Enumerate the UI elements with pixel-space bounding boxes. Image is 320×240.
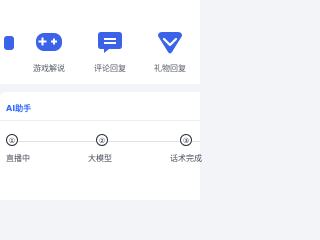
gamepad-plus-icon [36,33,62,51]
toolbar-item-label: 评论回复 [94,64,126,73]
toolbar-item-label: 礼物回复 [154,64,186,73]
step-connector [18,141,96,142]
toolbar-item-comment-reply[interactable]: 评论回复 [90,28,130,76]
step-label: 直播中 [6,154,30,163]
toolbar-item-game-commentary[interactable]: 游戏解说 [29,28,69,76]
step-connector [192,141,200,142]
comment-icon [98,32,122,53]
step-label: 大模型 [88,154,112,163]
step-number: ② [96,134,108,146]
ai-assistant-panel: AI助手 ① ② ③ 直播中 大模型 话术完成 [0,92,202,200]
step-number: ① [6,134,18,146]
toolbar-item-label: 游戏解说 [33,64,65,73]
panel-title: AI助手 [6,104,32,113]
toolbar-item-gift-reply[interactable]: 礼物回复 [150,28,190,76]
divider [0,120,200,121]
step-label: 话术完成 [170,154,202,163]
step-connector [108,141,180,142]
gift-chevron-icon [158,32,182,54]
partial-icon [4,36,14,50]
step-number: ③ [180,134,192,146]
toolbar: 管 游戏解说 评论回复 礼物回复 [0,0,200,84]
